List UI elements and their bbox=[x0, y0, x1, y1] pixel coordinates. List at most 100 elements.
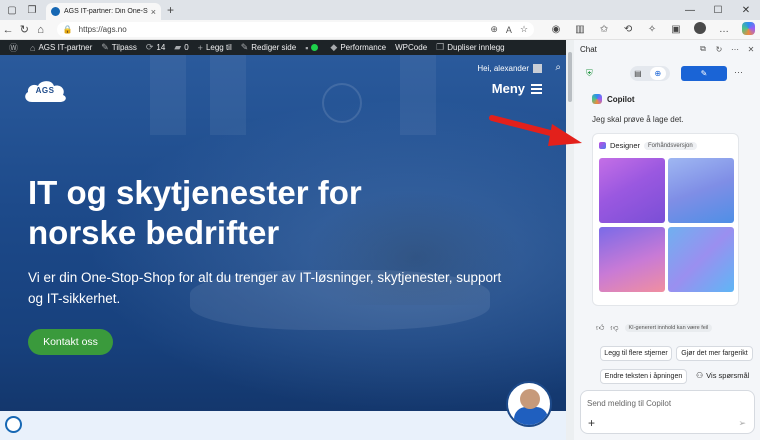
more-icon[interactable]: ⋯ bbox=[728, 45, 742, 54]
generated-image-3[interactable] bbox=[599, 227, 665, 292]
generated-image-2[interactable] bbox=[668, 158, 734, 223]
wp-updates[interactable]: ⟳ 14 bbox=[146, 42, 165, 53]
url-text: https://ags.no bbox=[78, 25, 127, 34]
wp-wpcode[interactable]: WPCode bbox=[395, 43, 427, 52]
extensions-puzzle-icon[interactable]: ✧ bbox=[640, 24, 664, 35]
designer-header: Designer Forhåndsversjon bbox=[599, 141, 697, 150]
add-attachment-icon[interactable]: + bbox=[588, 416, 595, 430]
support-chatbot-avatar[interactable] bbox=[506, 381, 552, 427]
send-icon[interactable]: ➢ bbox=[738, 418, 746, 429]
window-controls: — ☐ ✕ bbox=[676, 0, 760, 20]
history-icon[interactable]: ⟲ bbox=[616, 24, 640, 35]
page-scrollbar[interactable] bbox=[566, 40, 574, 440]
pencil-icon: ✎ bbox=[240, 42, 249, 52]
back-icon[interactable]: ← bbox=[0, 24, 16, 36]
browser-tools: ◉ ▥ ✩ ⟲ ✧ ▣ … bbox=[544, 21, 760, 38]
settings-more-icon[interactable]: … bbox=[712, 24, 736, 35]
workspaces-icon[interactable]: ▢ bbox=[4, 2, 20, 18]
wp-performance[interactable]: ◆ Performance bbox=[330, 42, 386, 53]
tab-actions-icon[interactable]: ❐ bbox=[24, 2, 40, 18]
browser-toolbar: ← ↻ ⌂ 🔒 https://ags.no ⊕ A ☆ ◉ ▥ ✩ ⟲ ✧ ▣… bbox=[0, 20, 760, 40]
address-bar[interactable]: 🔒 https://ags.no ⊕ A ☆ bbox=[56, 22, 535, 37]
copilot-logo-icon bbox=[592, 94, 602, 104]
favorites-icon[interactable]: ✩ bbox=[592, 24, 616, 35]
favorite-star-icon[interactable]: ☆ bbox=[520, 24, 528, 35]
panel-toolbar: ⛨ ▤ ⊕ ✎ ⋯ bbox=[574, 62, 760, 84]
background-window bbox=[210, 55, 246, 135]
new-chat-button[interactable]: ✎ bbox=[681, 66, 727, 81]
wp-add-new[interactable]: + Legg til bbox=[198, 43, 232, 53]
work-icon[interactable]: ▤ bbox=[634, 69, 642, 78]
feedback-row: 👍︎ 👎︎ KI-generert innhold kan være feil bbox=[596, 323, 713, 333]
browser-tab-ags[interactable]: AGS IT-partner: Din One-Stop-Sho × bbox=[46, 3, 161, 20]
zoom-icon[interactable]: ⊕ bbox=[490, 24, 498, 35]
ai-disclaimer: KI-generert innhold kan være feil bbox=[624, 324, 713, 332]
wp-plugin-status[interactable]: ▪ bbox=[305, 43, 321, 53]
open-new-tab-icon[interactable]: ⧉ bbox=[696, 44, 710, 54]
preview-badge: Forhåndsversjon bbox=[644, 141, 697, 150]
user-avatar bbox=[533, 64, 542, 73]
show-prompts-button[interactable]: ⚇ Vis spørsmål bbox=[696, 371, 749, 380]
copilot-message: Jeg skal prøve å lage det. bbox=[592, 115, 684, 124]
lock-icon[interactable]: 🔒 bbox=[63, 25, 73, 34]
suggestion-chip[interactable]: Endre teksten i åpningen bbox=[600, 369, 687, 384]
thumbs-up-icon[interactable]: 👍︎ bbox=[596, 323, 604, 333]
collections-icon[interactable]: ▣ bbox=[664, 24, 688, 35]
panel-header: Chat ⧉ ↻ ⋯ ✕ bbox=[574, 40, 760, 58]
new-tab-button[interactable]: + bbox=[167, 3, 174, 17]
refresh-icon[interactable]: ↻ bbox=[16, 23, 32, 36]
wp-edit-page[interactable]: ✎ Rediger side bbox=[241, 42, 296, 53]
refresh-icon[interactable]: ↻ bbox=[712, 45, 726, 54]
tab-title: AGS IT-partner: Din One-Stop-Sho bbox=[64, 8, 148, 15]
hero-subtitle: Vi er din One-Stop-Shop for alt du treng… bbox=[28, 270, 502, 306]
wp-logo-icon[interactable]: Ⓦ bbox=[9, 41, 21, 54]
home-icon: ⌂ bbox=[30, 42, 36, 53]
site-menu-button[interactable]: Meny bbox=[492, 81, 542, 96]
designer-logo-icon bbox=[599, 142, 606, 149]
more-icon[interactable]: ⋯ bbox=[734, 67, 743, 78]
extension-icon[interactable]: ◉ bbox=[544, 24, 568, 35]
web-globe-icon[interactable]: ⊕ bbox=[649, 67, 666, 80]
panel-close-icon[interactable]: ✕ bbox=[744, 45, 758, 54]
wp-comments[interactable]: ▰ 0 bbox=[174, 42, 188, 53]
wp-site-name[interactable]: ⌂ AGS IT-partner bbox=[30, 43, 92, 53]
ags-logo[interactable]: AGS bbox=[22, 78, 68, 104]
browser-tab-bar: ▢ ❐ AGS IT-partner: Din One-Stop-Sho × +… bbox=[0, 0, 760, 20]
accessibility-widget-icon[interactable] bbox=[5, 416, 22, 433]
work-web-toggle[interactable]: ▤ ⊕ bbox=[630, 66, 670, 81]
tab-close-icon[interactable]: × bbox=[151, 7, 156, 17]
read-aloud-icon[interactable]: A bbox=[506, 25, 512, 35]
site-section-strip bbox=[0, 411, 566, 440]
generated-image-1[interactable] bbox=[599, 158, 665, 223]
plus-icon: + bbox=[197, 42, 203, 53]
contact-button[interactable]: Kontakt oss bbox=[28, 329, 113, 355]
search-icon[interactable]: ⌕ bbox=[555, 62, 561, 73]
maximize-icon[interactable]: ☐ bbox=[704, 0, 732, 20]
copilot-icon[interactable] bbox=[736, 21, 760, 38]
plugin-icon: ▪ bbox=[305, 42, 309, 53]
hero-title: IT og skytjenester for norske bedrifter bbox=[28, 174, 362, 251]
website-viewport: Hei, alexander ⌕ AGS Meny IT og skytjene… bbox=[0, 55, 566, 440]
home-icon[interactable]: ⌂ bbox=[32, 24, 48, 36]
generated-image-4[interactable] bbox=[668, 227, 734, 292]
background-window bbox=[150, 55, 186, 135]
annotation-arrow-icon bbox=[489, 115, 582, 146]
suggestion-chip[interactable]: Legg til flere stjerner bbox=[600, 346, 672, 361]
copilot-header: Copilot bbox=[592, 94, 635, 104]
wp-customize[interactable]: ✎ Tilpass bbox=[101, 42, 137, 53]
window-close-icon[interactable]: ✕ bbox=[732, 0, 760, 20]
wp-user-greeting[interactable]: Hei, alexander bbox=[477, 64, 542, 73]
prompts-icon: ⚇ bbox=[696, 371, 704, 380]
copilot-input[interactable]: Send melding til Copilot + ➢ bbox=[580, 390, 755, 434]
split-screen-icon[interactable]: ▥ bbox=[568, 24, 592, 35]
wp-admin-bar: Ⓦ ⌂ AGS IT-partner ✎ Tilpass ⟳ 14 ▰ 0 + Legg … bbox=[0, 40, 566, 55]
panel-title: Chat bbox=[580, 44, 597, 54]
suggestion-chip[interactable]: Gjør det mer fargerikt bbox=[676, 346, 753, 361]
minimize-icon[interactable]: — bbox=[676, 0, 704, 20]
thumbs-down-icon[interactable]: 👎︎ bbox=[610, 323, 618, 333]
input-placeholder: Send melding til Copilot bbox=[587, 399, 672, 408]
scrollbar-thumb[interactable] bbox=[568, 52, 572, 102]
shield-icon[interactable]: ⛨ bbox=[586, 68, 593, 79]
profile-avatar-icon[interactable] bbox=[688, 22, 712, 37]
wp-duplicate[interactable]: ❐ Dupliser innlegg bbox=[436, 42, 504, 53]
